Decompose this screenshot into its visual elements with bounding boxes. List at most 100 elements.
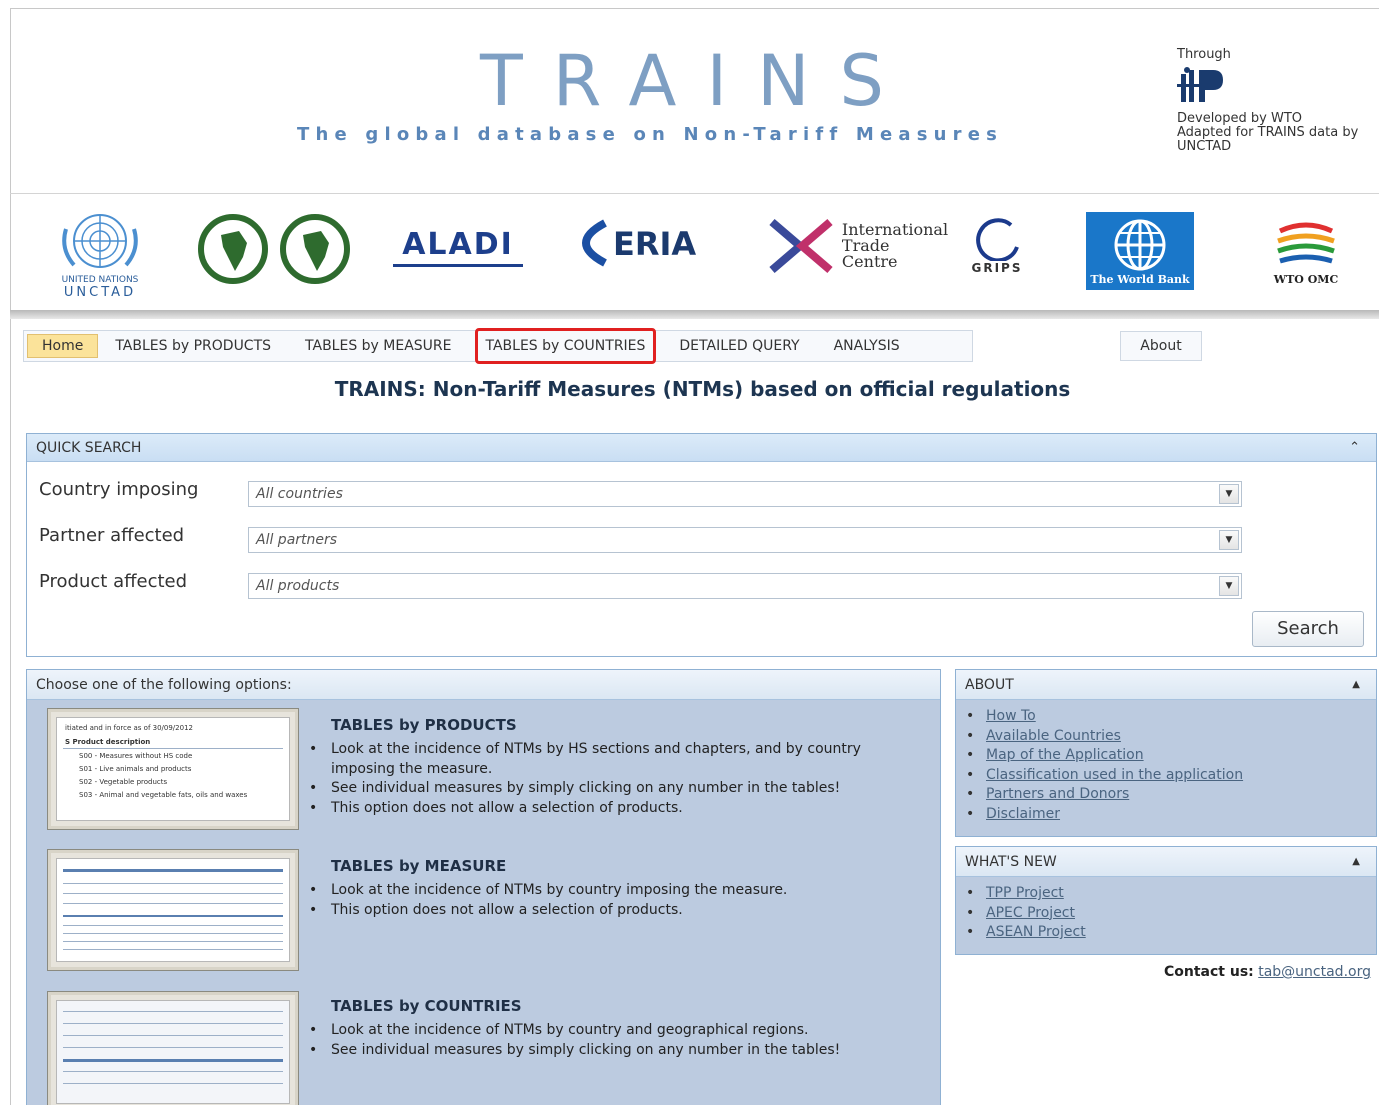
list-item: APEC Project — [966, 904, 1376, 924]
list-item: This option does not allow a selection o… — [309, 799, 906, 819]
thumb-text: S00 - Measures without HS code — [79, 752, 193, 760]
nav-home[interactable]: Home — [27, 334, 99, 358]
thumb-text: S01 - Live animals and products — [79, 765, 192, 773]
eria-text: ERIA — [613, 225, 696, 263]
dropdown-arrow-icon[interactable]: ▼ — [1219, 576, 1239, 596]
asean-project-link[interactable]: ASEAN Project — [986, 924, 1086, 940]
disclaimer-link[interactable]: Disclaimer — [986, 806, 1060, 822]
map-link[interactable]: Map of the Application — [986, 747, 1144, 763]
nav-tables-countries[interactable]: TABLES by COUNTRIES — [474, 328, 657, 364]
unctad-line1: UNITED NATIONS — [61, 275, 139, 285]
list-item: Look at the incidence of NTMs by country… — [309, 1021, 906, 1041]
list-item: Available Countries — [966, 727, 1376, 747]
options-panel: Choose one of the following options: iti… — [26, 669, 941, 1105]
list-item: ASEAN Project — [966, 923, 1376, 943]
list-item: See individual measures by simply clicki… — [309, 1041, 906, 1061]
grips-logo[interactable]: GRIPS — [962, 213, 1032, 279]
wto-logo[interactable]: WTO OMC — [1260, 213, 1352, 289]
tpp-project-link[interactable]: TPP Project — [986, 885, 1064, 901]
nav-analysis[interactable]: ANALYSIS — [817, 331, 917, 361]
about-header[interactable]: ABOUT ▲ — [956, 670, 1376, 700]
quick-search-header[interactable]: QUICK SEARCH ⌃ — [27, 434, 1376, 462]
wto-swirl-icon — [1277, 222, 1335, 263]
page-title: TRAINS: Non-Tariff Measures (NTMs) based… — [334, 377, 1071, 401]
about-panel: ABOUT ▲ How To Available Countries Map o… — [955, 669, 1377, 837]
list-item: How To — [966, 707, 1376, 727]
grips-text: GRIPS — [971, 261, 1023, 275]
contact-label: Contact us: — [1164, 964, 1254, 980]
country-select[interactable]: All countries ▼ — [248, 481, 1242, 507]
list-item: This option does not allow a selection o… — [309, 901, 906, 921]
un-emblem-icon — [62, 214, 138, 268]
apec-project-link[interactable]: APEC Project — [986, 905, 1075, 921]
search-button[interactable]: Search — [1252, 611, 1364, 647]
country-value: All countries — [256, 486, 343, 502]
list-item: Map of the Application — [966, 746, 1376, 766]
option-title[interactable]: TABLES by PRODUCTS — [331, 716, 517, 734]
list-item: Classification used in the application — [966, 766, 1376, 786]
partner-row: Partner affected All partners ▼ — [27, 525, 1376, 553]
product-label: Product affected — [39, 571, 188, 592]
option-title[interactable]: TABLES by MEASURE — [331, 857, 506, 875]
partners-donors-link[interactable]: Partners and Donors — [986, 786, 1129, 802]
options-header: Choose one of the following options: — [27, 670, 940, 700]
option-bullets: Look at the incidence of NTMs by HS sect… — [309, 740, 906, 819]
worldbank-logo[interactable]: The World Bank — [1086, 212, 1194, 290]
contact-block: Contact us: tab@unctad.org — [1164, 964, 1371, 980]
contact-email-link[interactable]: tab@unctad.org — [1258, 964, 1371, 980]
about-title: ABOUT — [965, 677, 1014, 693]
available-countries-link[interactable]: Available Countries — [986, 728, 1121, 744]
itc-x-icon — [769, 218, 833, 274]
whats-new-title: WHAT'S NEW — [965, 854, 1057, 870]
itc-logo[interactable]: International Trade Centre — [762, 213, 952, 279]
quick-search-panel: QUICK SEARCH ⌃ Country imposing All coun… — [26, 433, 1377, 657]
option-title[interactable]: TABLES by COUNTRIES — [331, 997, 522, 1015]
measure-thumbnail[interactable] — [47, 849, 299, 971]
list-item: See individual measures by simply clicki… — [309, 779, 906, 799]
globe-icon — [1114, 219, 1166, 270]
header-divider — [10, 310, 1379, 319]
option-bullets: Look at the incidence of NTMs by country… — [309, 1021, 906, 1061]
nav-about[interactable]: About — [1120, 331, 1202, 361]
nav-detailed-query[interactable]: DETAILED QUERY — [662, 331, 816, 361]
itc-line3: Centre — [841, 252, 898, 271]
eria-swoosh-icon: ERIA — [582, 219, 696, 267]
eria-logo[interactable]: ERIA — [565, 213, 740, 273]
unctad-line2: UNCTAD — [63, 285, 137, 300]
how-to-link[interactable]: How To — [986, 708, 1036, 724]
partner-logos: UNITED NATIONS UNCTAD ALADI ERIA Interna… — [10, 195, 1379, 309]
afdb-logo[interactable] — [195, 209, 355, 289]
partner-select[interactable]: All partners ▼ — [248, 527, 1242, 553]
thumb-text: itiated and in force as of 30/09/2012 — [65, 724, 193, 732]
itip-logo-icon — [1177, 67, 1223, 102]
nav-tables-products[interactable]: TABLES by PRODUCTS — [98, 331, 288, 361]
collapse-arrow-icon[interactable]: ▲ — [1352, 847, 1360, 877]
countries-thumbnail[interactable] — [47, 991, 299, 1105]
list-item: Disclaimer — [966, 805, 1376, 825]
whats-new-links: TPP Project APEC Project ASEAN Project — [956, 877, 1376, 943]
thumb-text: S02 - Vegetable products — [79, 778, 168, 786]
site-title: TRAINS — [480, 40, 914, 122]
products-thumbnail[interactable]: itiated and in force as of 30/09/2012 S … — [47, 708, 299, 830]
thumb-text: S Product description — [65, 738, 151, 746]
country-label: Country imposing — [39, 479, 199, 500]
classification-link[interactable]: Classification used in the application — [986, 767, 1243, 783]
option-bullets: Look at the incidence of NTMs by country… — [309, 881, 906, 921]
unctad-logo[interactable]: UNITED NATIONS UNCTAD — [50, 209, 150, 300]
through-label: Through — [1177, 47, 1231, 62]
chevron-up-icon[interactable]: ⌃ — [1349, 434, 1360, 462]
aladi-logo[interactable]: ALADI — [388, 217, 528, 277]
thumb-text: S03 - Animal and vegetable fats, oils an… — [79, 791, 248, 799]
aladi-text: ALADI — [402, 227, 514, 262]
nav-tables-measure[interactable]: TABLES by MEASURE — [288, 331, 468, 361]
grips-ring-icon — [976, 218, 1019, 261]
whats-new-header[interactable]: WHAT'S NEW ▲ — [956, 847, 1376, 877]
list-item: TPP Project — [966, 884, 1376, 904]
product-select[interactable]: All products ▼ — [248, 573, 1242, 599]
collapse-arrow-icon[interactable]: ▲ — [1352, 670, 1360, 700]
adapted-for: Adapted for TRAINS data by UNCTAD — [1177, 125, 1359, 154]
worldbank-text: The World Bank — [1090, 272, 1190, 286]
dropdown-arrow-icon[interactable]: ▼ — [1219, 484, 1239, 504]
dropdown-arrow-icon[interactable]: ▼ — [1219, 530, 1239, 550]
site-subtitle: The global database on Non-Tariff Measur… — [297, 124, 1004, 145]
